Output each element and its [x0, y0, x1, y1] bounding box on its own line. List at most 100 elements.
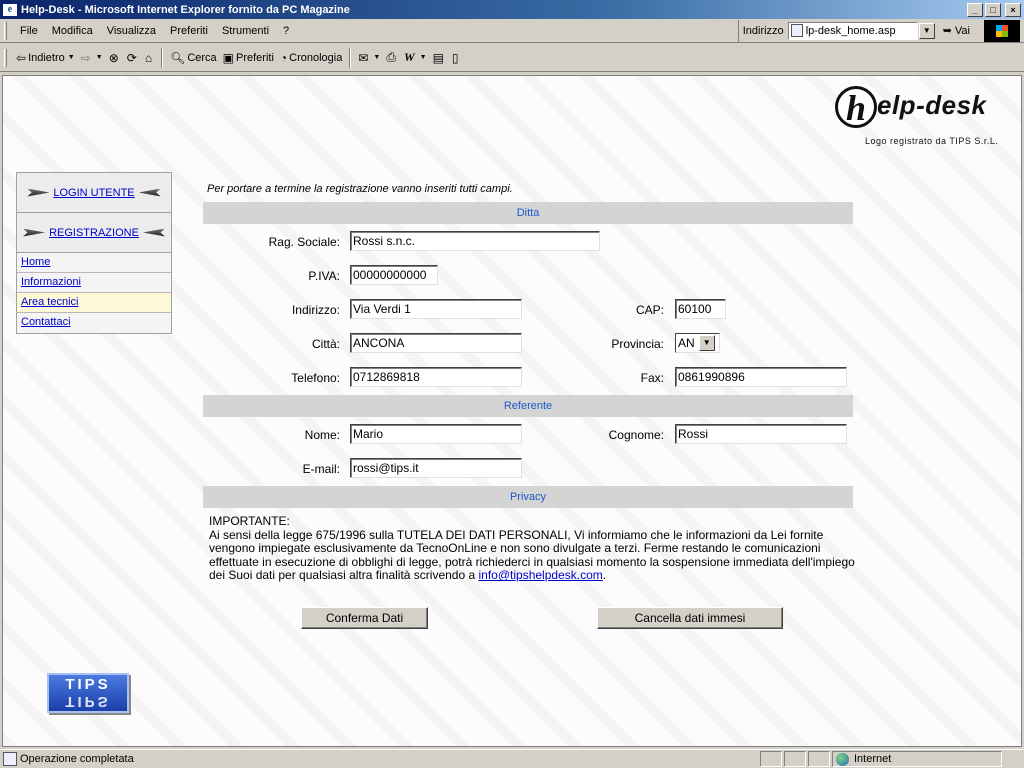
page-content: h elp-desk Logo registrato da TIPS S.r.L… — [2, 75, 1022, 747]
search-icon: 🔍︎ — [170, 50, 186, 65]
label-cap: CAP: — [635, 303, 664, 317]
nav-link-contattaci[interactable]: Contattaci — [17, 313, 171, 333]
label-cognome: Cognome: — [608, 428, 664, 442]
nav-link-informazioni[interactable]: Informazioni — [17, 273, 171, 293]
history-icon: ◔ — [279, 50, 288, 65]
maximize-button[interactable]: □ — [985, 2, 1001, 17]
cap-input[interactable]: 60100 — [675, 299, 726, 319]
cognome-input[interactable]: Rossi — [675, 424, 847, 444]
address-dropdown-button[interactable]: ▼ — [918, 22, 935, 39]
label-citta: Città: — [311, 337, 340, 351]
login-button[interactable]: LOGIN UTENTE — [17, 173, 171, 213]
menu-file[interactable]: File — [13, 23, 45, 39]
label-rag-sociale: Rag. Sociale: — [268, 235, 340, 249]
arrow-right-icon — [23, 228, 46, 237]
print-button[interactable]: ⎙ — [383, 48, 401, 67]
piva-input[interactable]: 00000000000 — [350, 265, 438, 285]
history-label: Cronologia — [289, 51, 343, 64]
privacy-end: . — [602, 568, 607, 583]
forward-dropdown-icon[interactable]: ▼ — [96, 54, 103, 61]
search-button[interactable]: 🔍︎ Cerca — [167, 49, 220, 67]
menu-help[interactable]: ? — [276, 23, 296, 39]
label-indirizzo: Indirizzo: — [291, 303, 340, 317]
discuss-button[interactable]: ▤ — [430, 49, 449, 67]
mail-button[interactable]: ✉ ▼ — [355, 49, 383, 67]
citta-input[interactable]: ANCONA — [350, 333, 522, 353]
logo-text: elp-desk — [877, 90, 987, 120]
favorites-icon: ▣ — [222, 50, 234, 65]
provincia-value: AN — [678, 336, 695, 350]
fax-input[interactable]: 0861990896 — [675, 367, 847, 387]
menu-preferiti[interactable]: Preferiti — [163, 23, 215, 39]
privacy-email-link[interactable]: info@tipshelpdesk.com — [479, 568, 603, 583]
back-button[interactable]: ⇦ Indietro ▼ — [13, 49, 78, 67]
minimize-button[interactable]: _ — [967, 2, 983, 17]
nav-link-home[interactable]: Home — [17, 253, 171, 273]
mail-dropdown-icon[interactable]: ▼ — [373, 54, 380, 61]
word-dropdown-icon[interactable]: ▼ — [420, 54, 427, 61]
privacy-heading: IMPORTANTE: — [209, 514, 290, 528]
stop-button[interactable]: ⊗ — [106, 49, 124, 67]
menu-visualizza[interactable]: Visualizza — [100, 23, 163, 39]
back-dropdown-icon[interactable]: ▼ — [68, 54, 75, 61]
messenger-icon: ▯ — [451, 50, 459, 65]
register-label: REGISTRAZIONE — [49, 226, 139, 239]
label-provincia: Provincia: — [611, 337, 664, 351]
word-button[interactable]: W ▼ — [401, 48, 430, 67]
back-label: Indietro — [28, 51, 65, 64]
forward-button[interactable]: ⇨ ▼ — [78, 49, 106, 67]
nav-link-area-tecnici[interactable]: Area tecnici — [17, 293, 171, 313]
page-done-icon — [3, 752, 17, 766]
menu-strumenti[interactable]: Strumenti — [215, 23, 276, 39]
stop-icon: ⊗ — [108, 50, 119, 65]
register-button[interactable]: REGISTRAZIONE — [17, 213, 171, 253]
close-button[interactable]: × — [1005, 2, 1021, 17]
address-label: Indirizzo — [742, 24, 784, 37]
label-piva: P.IVA: — [308, 269, 340, 283]
helpdesk-logo: h elp-desk Logo registrato da TIPS S.r.L… — [835, 84, 1015, 154]
history-button[interactable]: ◔ Cronologia — [277, 49, 345, 67]
section-ditta: Ditta — [203, 202, 853, 224]
mail-icon: ✉ — [358, 50, 369, 65]
favorites-button[interactable]: ▣ Preferiti — [220, 49, 277, 67]
address-value: lp-desk_home.asp — [805, 24, 896, 37]
chevron-down-icon[interactable]: ▼ — [698, 335, 715, 351]
indirizzo-input[interactable]: Via Verdi 1 — [350, 299, 522, 319]
menu-grip[interactable] — [4, 21, 7, 40]
title-bar: e Help-Desk - Microsoft Internet Explore… — [0, 0, 1024, 19]
login-label: LOGIN UTENTE — [53, 186, 135, 199]
discuss-icon: ▤ — [432, 50, 444, 65]
globe-icon — [836, 752, 849, 766]
go-arrow-icon: ➥ — [942, 25, 952, 37]
rag-sociale-input[interactable]: Rossi s.n.c. — [350, 231, 600, 251]
zone-label: Internet — [854, 753, 892, 765]
arrow-left-icon — [142, 228, 165, 237]
status-text: Operazione completata — [20, 753, 134, 765]
telefono-input[interactable]: 0712869818 — [350, 367, 522, 387]
cancel-button[interactable]: Cancella dati immesi — [597, 607, 783, 629]
nome-input[interactable]: Mario — [350, 424, 522, 444]
menu-modifica[interactable]: Modifica — [45, 23, 100, 39]
provincia-select[interactable]: AN ▼ — [675, 333, 720, 353]
page-icon — [790, 24, 803, 37]
arrow-right-icon — [27, 188, 50, 197]
messenger-button[interactable]: ▯ — [449, 49, 464, 67]
word-icon: W — [403, 50, 415, 64]
section-referente: Referente — [203, 395, 853, 417]
toolbar-grip[interactable] — [4, 48, 7, 67]
tips-logo-reflection: TIPS — [65, 693, 111, 710]
go-label: Vai — [954, 24, 970, 37]
email-input[interactable]: rossi@tips.it — [350, 458, 522, 478]
ie-icon: e — [2, 2, 18, 17]
left-nav: LOGIN UTENTE REGISTRAZIONE Home Informaz… — [16, 172, 172, 334]
label-fax: Fax: — [640, 371, 664, 385]
confirm-button[interactable]: Conferma Dati — [301, 607, 428, 629]
refresh-button[interactable]: ⟳ — [124, 49, 142, 67]
tips-logo: TIPS TIPS — [47, 673, 129, 713]
address-input[interactable]: lp-desk_home.asp — [787, 21, 918, 40]
arrow-left-icon — [138, 188, 161, 197]
address-bar: Indirizzo lp-desk_home.asp ▼ ➥ Vai — [737, 19, 970, 42]
security-zone: Internet — [832, 751, 1002, 767]
go-button[interactable]: ➥ Vai — [942, 24, 970, 38]
home-button[interactable]: ⌂ — [142, 49, 157, 67]
